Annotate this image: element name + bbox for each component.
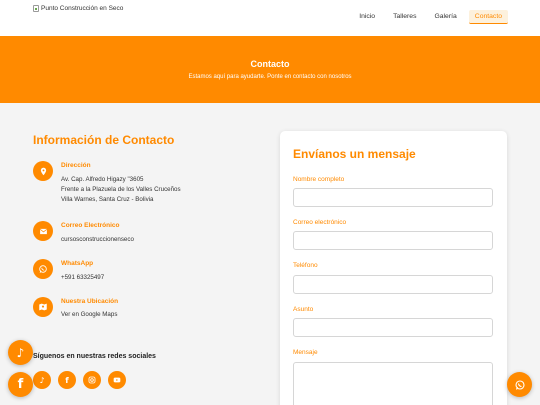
message-textarea[interactable] — [293, 362, 493, 405]
message-label: Mensaje — [293, 349, 318, 356]
instagram-icon[interactable] — [83, 371, 101, 389]
address-value: Av. Cap. Alfredo Higazy "3605 Frente a l… — [61, 175, 181, 205]
map-icon — [33, 297, 53, 317]
social-title: Síguenos en nuestras redes sociales — [33, 353, 156, 360]
envelope-icon — [33, 221, 53, 241]
float-facebook-icon[interactable]: f — [8, 372, 33, 397]
whatsapp-icon — [33, 259, 53, 279]
whatsapp-label: WhatsApp — [61, 260, 94, 267]
address-line-3: Villa Warnes, Santa Cruz - Bolivia — [61, 196, 154, 203]
page-title: Contacto — [250, 59, 290, 69]
nav-link-talleres[interactable]: Talleres — [387, 10, 422, 24]
site-header: Punto Construcción en Seco Inicio Taller… — [0, 0, 540, 36]
youtube-icon[interactable] — [108, 371, 126, 389]
email-label: Correo Electrónico — [61, 222, 120, 229]
nav-link-galeria[interactable]: Galería — [428, 10, 462, 24]
address-block: Dirección Av. Cap. Alfredo Higazy "3605 … — [33, 161, 181, 205]
subject-input[interactable] — [293, 318, 493, 337]
phone-label: Teléfono — [293, 262, 318, 269]
nav-link-contacto[interactable]: Contacto — [468, 10, 508, 24]
phone-input[interactable] — [293, 275, 493, 294]
address-label: Dirección — [61, 162, 91, 169]
email-field-label: Correo electrónico — [293, 219, 347, 226]
address-line-2: Frente a la Plazuela de los Valles Cruce… — [61, 186, 181, 193]
email-value: cursosconstruccionenseco — [61, 236, 134, 243]
map-pin-icon — [33, 161, 53, 181]
facebook-icon[interactable]: f — [58, 371, 76, 389]
name-input[interactable] — [293, 188, 493, 207]
hero-banner: Contacto Estamos aquí para ayudarte. Pon… — [0, 36, 540, 103]
email-block: Correo Electrónico cursosconstruccionens… — [33, 221, 134, 245]
nav-link-inicio[interactable]: Inicio — [353, 10, 381, 24]
google-maps-link[interactable]: Ver en Google Maps — [61, 311, 118, 318]
subject-label: Asunto — [293, 306, 314, 313]
location-label: Nuestra Ubicación — [61, 298, 119, 305]
social-links: ♪ f — [33, 371, 126, 389]
float-whatsapp-icon[interactable] — [507, 372, 532, 397]
site-logo[interactable]: Punto Construcción en Seco — [33, 5, 123, 12]
whatsapp-block: WhatsApp +591 63325497 — [33, 259, 104, 283]
location-block: Nuestra Ubicación Ver en Google Maps — [33, 297, 118, 318]
name-label: Nombre completo — [293, 176, 345, 183]
contact-form-card: Envíanos un mensaje Nombre completo Corr… — [280, 131, 507, 405]
whatsapp-number: +591 63325497 — [61, 274, 105, 281]
email-input[interactable] — [293, 231, 493, 250]
broken-image-icon — [33, 5, 39, 12]
tiktok-icon[interactable]: ♪ — [33, 371, 51, 389]
contact-info-title: Información de Contacto — [33, 133, 175, 147]
form-title: Envíanos un mensaje — [293, 147, 416, 161]
float-tiktok-icon[interactable]: ♪ — [8, 340, 33, 365]
main-nav: Inicio Talleres Galería Contacto — [353, 10, 508, 24]
logo-alt-text: Punto Construcción en Seco — [41, 5, 124, 12]
page-subtitle: Estamos aquí para ayudarte. Ponte en con… — [188, 74, 352, 80]
address-line-1: Av. Cap. Alfredo Higazy "3605 — [61, 176, 144, 183]
